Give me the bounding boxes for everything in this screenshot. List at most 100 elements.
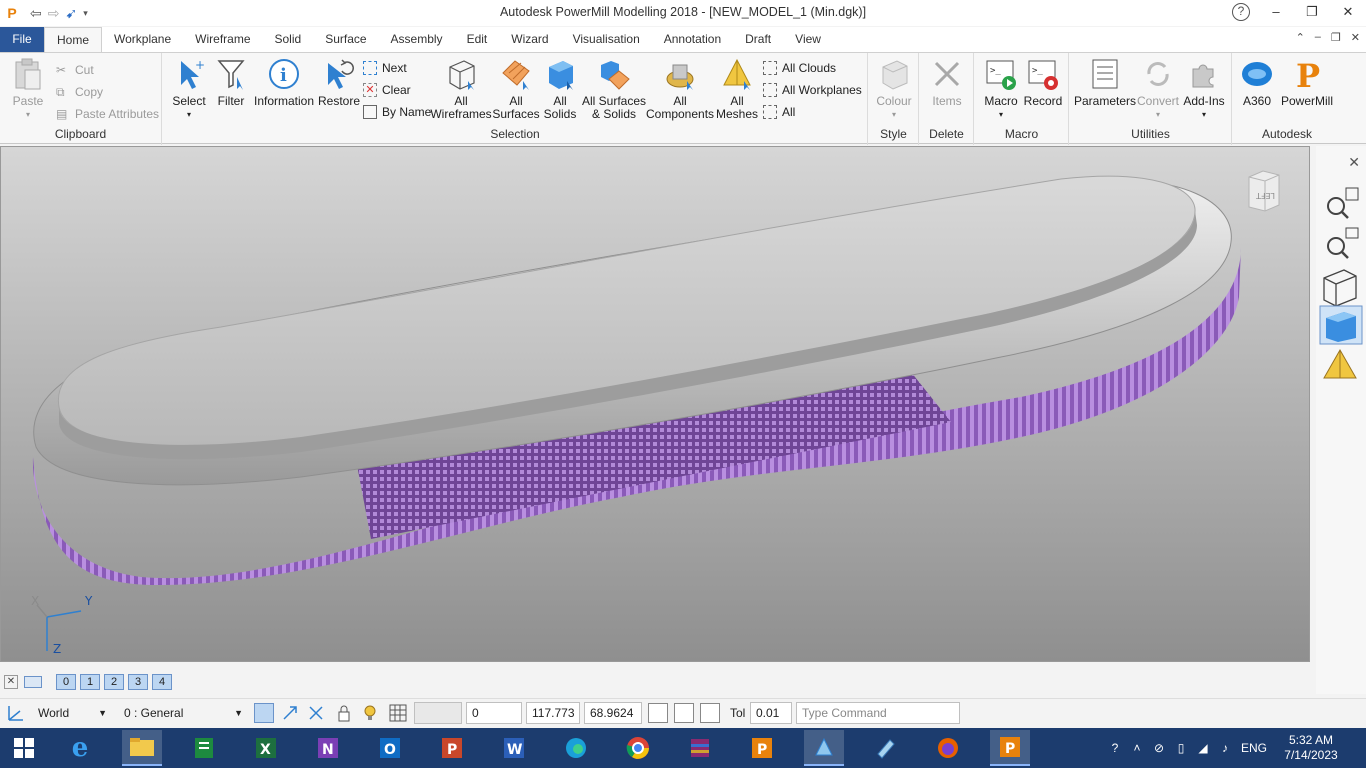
wifi-icon[interactable]: ◢ bbox=[1192, 741, 1214, 755]
tab-visualisation[interactable]: Visualisation bbox=[561, 27, 652, 52]
excel-alt-icon[interactable] bbox=[184, 730, 224, 766]
level-3-button[interactable]: 3 bbox=[128, 674, 148, 690]
next-button[interactable]: Next bbox=[363, 59, 407, 77]
all-workplanes-button[interactable]: All Workplanes bbox=[763, 81, 862, 99]
zoom-fit-icon[interactable] bbox=[1327, 187, 1359, 219]
undo-icon[interactable]: ⇦ bbox=[30, 5, 42, 22]
shaded-view-icon[interactable] bbox=[1319, 305, 1363, 345]
doc-restore-icon[interactable]: ❐ bbox=[1331, 31, 1341, 44]
clear-button[interactable]: ✕ Clear bbox=[363, 81, 411, 99]
windows-start-icon[interactable] bbox=[4, 730, 44, 766]
colour-button[interactable]: Colour ▾ bbox=[875, 57, 913, 121]
information-button[interactable]: i Information bbox=[251, 57, 317, 108]
lock-icon[interactable] bbox=[334, 703, 354, 723]
customize-qat-icon[interactable]: ▾ bbox=[83, 8, 88, 19]
tab-draft[interactable]: Draft bbox=[733, 27, 783, 52]
coordinate-value-field[interactable]: 0 bbox=[466, 702, 522, 724]
tab-surface[interactable]: Surface bbox=[313, 27, 378, 52]
tab-view[interactable]: View bbox=[783, 27, 833, 52]
copy-button[interactable]: ⧉ Copy bbox=[56, 83, 103, 101]
level-1-button[interactable]: 1 bbox=[80, 674, 100, 690]
snap-grid-icon[interactable] bbox=[254, 703, 274, 723]
graphics-viewport[interactable]: LEFT X Y Z bbox=[0, 146, 1310, 662]
powermill-button[interactable]: P PowerMill bbox=[1281, 57, 1333, 108]
tab-annotation[interactable]: Annotation bbox=[652, 27, 733, 52]
restore-button[interactable]: ❐ bbox=[1294, 0, 1330, 26]
add-ins-button[interactable]: Add-Ins ▾ bbox=[1180, 57, 1228, 121]
firefox-icon[interactable] bbox=[928, 730, 968, 766]
wireframe-view-icon[interactable] bbox=[1323, 269, 1357, 307]
tolerance-input[interactable]: 0.01 bbox=[750, 702, 792, 724]
grid-icon[interactable] bbox=[388, 703, 408, 723]
tab-file[interactable]: File bbox=[0, 27, 44, 52]
all-solids-button[interactable]: All Solids bbox=[541, 57, 579, 121]
edge-icon[interactable] bbox=[556, 730, 596, 766]
tab-wizard[interactable]: Wizard bbox=[499, 27, 560, 52]
a360-button[interactable]: A360 bbox=[1237, 57, 1277, 108]
level-2-button[interactable]: 2 bbox=[104, 674, 124, 690]
record-button[interactable]: >_ Record bbox=[1023, 57, 1063, 108]
network-off-icon[interactable]: ⊘ bbox=[1148, 741, 1170, 755]
view-cube[interactable]: LEFT bbox=[1248, 170, 1280, 212]
level-0-button[interactable]: 0 bbox=[56, 674, 76, 690]
delete-items-button[interactable]: Items bbox=[928, 57, 966, 108]
tab-solid[interactable]: Solid bbox=[263, 27, 314, 52]
workplane-select[interactable]: World ▼ bbox=[32, 702, 112, 724]
tab-edit[interactable]: Edit bbox=[455, 27, 500, 52]
all-surfaces-button[interactable]: All Surfaces bbox=[491, 57, 541, 121]
excel-icon[interactable]: X bbox=[246, 730, 286, 766]
close-button[interactable]: ✕ bbox=[1330, 0, 1366, 26]
word-icon[interactable]: W bbox=[494, 730, 534, 766]
app-ruler-icon[interactable] bbox=[866, 730, 906, 766]
all-surfaces-solids-button[interactable]: All Surfaces & Solids bbox=[581, 57, 647, 121]
tab-home[interactable]: Home bbox=[44, 27, 103, 52]
ruler-icon[interactable] bbox=[648, 703, 668, 723]
all-meshes-button[interactable]: All Meshes bbox=[715, 57, 759, 121]
paste-attributes-button[interactable]: ▤ Paste Attributes bbox=[56, 105, 159, 123]
parameters-button[interactable]: Parameters bbox=[1074, 57, 1136, 108]
app-tool-icon[interactable] bbox=[804, 730, 844, 766]
restore-button-ribbon[interactable]: Restore bbox=[318, 57, 360, 108]
file-explorer-icon[interactable] bbox=[122, 730, 162, 766]
all-components-button[interactable]: All Components bbox=[646, 57, 714, 121]
convert-button[interactable]: Convert ▾ bbox=[1136, 57, 1180, 121]
minimize-button[interactable]: – bbox=[1258, 0, 1294, 26]
coordinate-x-field[interactable]: 117.773 bbox=[526, 702, 580, 724]
battery-icon[interactable]: ▯ bbox=[1170, 741, 1192, 755]
doc-close-icon[interactable]: ✕ bbox=[1351, 31, 1360, 44]
redo-icon[interactable]: ⇨ bbox=[48, 5, 60, 22]
filter-button[interactable]: Filter bbox=[213, 57, 249, 108]
zoom-box-icon[interactable] bbox=[1327, 227, 1359, 259]
measure-icon[interactable] bbox=[674, 703, 694, 723]
workplane-axis-icon[interactable] bbox=[6, 703, 26, 723]
lightbulb-icon[interactable] bbox=[360, 703, 380, 723]
command-input[interactable]: Type Command bbox=[796, 702, 960, 724]
tab-workplane[interactable]: Workplane bbox=[102, 27, 183, 52]
select-button[interactable]: + Select ▾ bbox=[169, 57, 209, 121]
powermill-app-icon[interactable]: P bbox=[4, 5, 20, 21]
internet-explorer-icon[interactable]: e bbox=[60, 730, 100, 766]
by-name-button[interactable]: By Name bbox=[363, 103, 431, 121]
level-4-button[interactable]: 4 bbox=[152, 674, 172, 690]
close-levels-icon[interactable]: ✕ bbox=[4, 675, 18, 689]
onenote-icon[interactable]: N bbox=[308, 730, 348, 766]
show-hidden-icons-icon[interactable]: ˄ bbox=[1126, 741, 1148, 755]
paste-button[interactable]: Paste ▾ bbox=[10, 57, 46, 121]
snap-angle-icon[interactable] bbox=[306, 703, 326, 723]
levels-toggle-icon[interactable] bbox=[24, 676, 42, 688]
powerpoint-icon[interactable]: P bbox=[432, 730, 472, 766]
tab-wireframe[interactable]: Wireframe bbox=[183, 27, 262, 52]
snap-point-icon[interactable] bbox=[280, 703, 300, 723]
all-wireframes-button[interactable]: All Wireframes bbox=[429, 57, 493, 121]
select-tool-icon[interactable]: ➹ bbox=[65, 5, 77, 22]
volume-icon[interactable]: ♪ bbox=[1214, 741, 1236, 755]
help-tray-icon[interactable]: ? bbox=[1104, 741, 1126, 755]
doc-minimize-icon[interactable]: – bbox=[1315, 31, 1321, 44]
cut-button[interactable]: ✂ Cut bbox=[56, 61, 94, 79]
tolerance-icon[interactable] bbox=[700, 703, 720, 723]
mesh-view-icon[interactable] bbox=[1323, 348, 1357, 379]
all-clouds-button[interactable]: All Clouds bbox=[763, 59, 836, 77]
powermill-taskbar-icon[interactable]: P bbox=[742, 730, 782, 766]
help-icon[interactable]: ? bbox=[1232, 3, 1250, 21]
powermill-active-icon[interactable]: P bbox=[990, 730, 1030, 766]
